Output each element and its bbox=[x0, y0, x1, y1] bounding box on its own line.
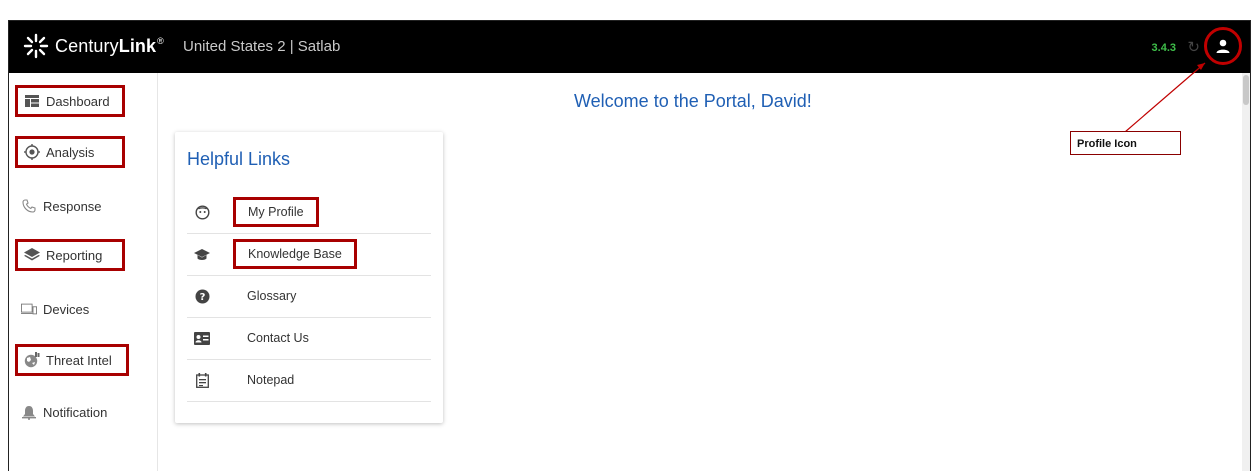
link-glossary[interactable]: ? Glossary bbox=[187, 275, 431, 318]
notepad-icon bbox=[194, 372, 210, 388]
scrollbar[interactable] bbox=[1242, 73, 1250, 471]
app-window: CenturyLink® United States 2 | Satlab 3.… bbox=[8, 20, 1251, 471]
sidebar-item-threat-intel[interactable]: Threat Intel bbox=[15, 344, 129, 376]
centurylink-logo[interactable]: CenturyLink® bbox=[23, 33, 164, 59]
centurylink-burst-icon bbox=[23, 33, 49, 59]
sidebar-item-label: Reporting bbox=[46, 247, 103, 263]
target-icon bbox=[24, 144, 40, 160]
helpful-links-card: Helpful Links My Profile Knowledge Base … bbox=[175, 132, 443, 423]
scrollbar-thumb[interactable] bbox=[1243, 75, 1249, 105]
link-knowledge-base[interactable]: Knowledge Base bbox=[187, 233, 431, 276]
helpful-links-title: Helpful Links bbox=[187, 149, 291, 169]
sidebar-item-dashboard[interactable]: Dashboard bbox=[15, 85, 125, 117]
sidebar-item-label: Response bbox=[43, 198, 102, 214]
link-notepad[interactable]: Notepad bbox=[187, 359, 431, 402]
brand-name-bold: Link bbox=[118, 35, 157, 56]
smiley-icon bbox=[194, 204, 210, 220]
link-label: Knowledge Base bbox=[233, 239, 357, 269]
link-label: Contact Us bbox=[247, 331, 309, 345]
brand-name-light: Century bbox=[55, 35, 119, 56]
welcome-heading: Welcome to the Portal, David! bbox=[574, 91, 812, 111]
devices-icon bbox=[21, 301, 37, 317]
refresh-icon[interactable]: ↻ bbox=[1187, 38, 1200, 56]
sidebar-item-analysis[interactable]: Analysis bbox=[15, 136, 125, 168]
sidebar: Dashboard Analysis Response Reporting De… bbox=[9, 73, 158, 471]
sidebar-item-label: Threat Intel bbox=[46, 352, 112, 368]
contact-card-icon bbox=[194, 330, 210, 346]
sidebar-item-notification[interactable]: Notification bbox=[15, 396, 143, 428]
profile-icon bbox=[1216, 39, 1230, 53]
top-bar: CenturyLink® United States 2 | Satlab 3.… bbox=[9, 21, 1250, 73]
graduation-cap-icon bbox=[194, 246, 210, 262]
dashboard-icon bbox=[24, 93, 40, 109]
svg-text:?: ? bbox=[199, 292, 205, 303]
link-label: Glossary bbox=[247, 289, 297, 303]
sidebar-item-label: Analysis bbox=[46, 144, 95, 160]
sidebar-item-devices[interactable]: Devices bbox=[15, 293, 135, 325]
sidebar-item-reporting[interactable]: Reporting bbox=[15, 239, 125, 271]
help-circle-icon: ? bbox=[194, 288, 210, 304]
callout-arrow bbox=[1124, 62, 1206, 133]
bell-icon bbox=[21, 404, 37, 420]
brand-name: CenturyLink® bbox=[55, 36, 164, 57]
link-contact-us[interactable]: Contact Us bbox=[187, 317, 431, 360]
version-label: 3.4.3 bbox=[1151, 42, 1176, 54]
profile-icon-callout: Profile Icon bbox=[1070, 131, 1181, 155]
link-label: My Profile bbox=[233, 197, 319, 227]
brand-trademark: ® bbox=[157, 35, 164, 46]
link-label: Notepad bbox=[247, 373, 295, 387]
link-my-profile[interactable]: My Profile bbox=[187, 191, 431, 234]
tenant-subtitle: United States 2 | Satlab bbox=[183, 38, 341, 55]
sidebar-item-label: Devices bbox=[43, 301, 90, 317]
sidebar-item-response[interactable]: Response bbox=[15, 190, 135, 222]
layers-icon bbox=[24, 247, 40, 263]
sidebar-item-label: Notification bbox=[43, 404, 108, 420]
sidebar-item-label: Dashboard bbox=[46, 93, 110, 109]
phone-icon bbox=[21, 198, 37, 214]
globe-icon bbox=[24, 352, 40, 368]
